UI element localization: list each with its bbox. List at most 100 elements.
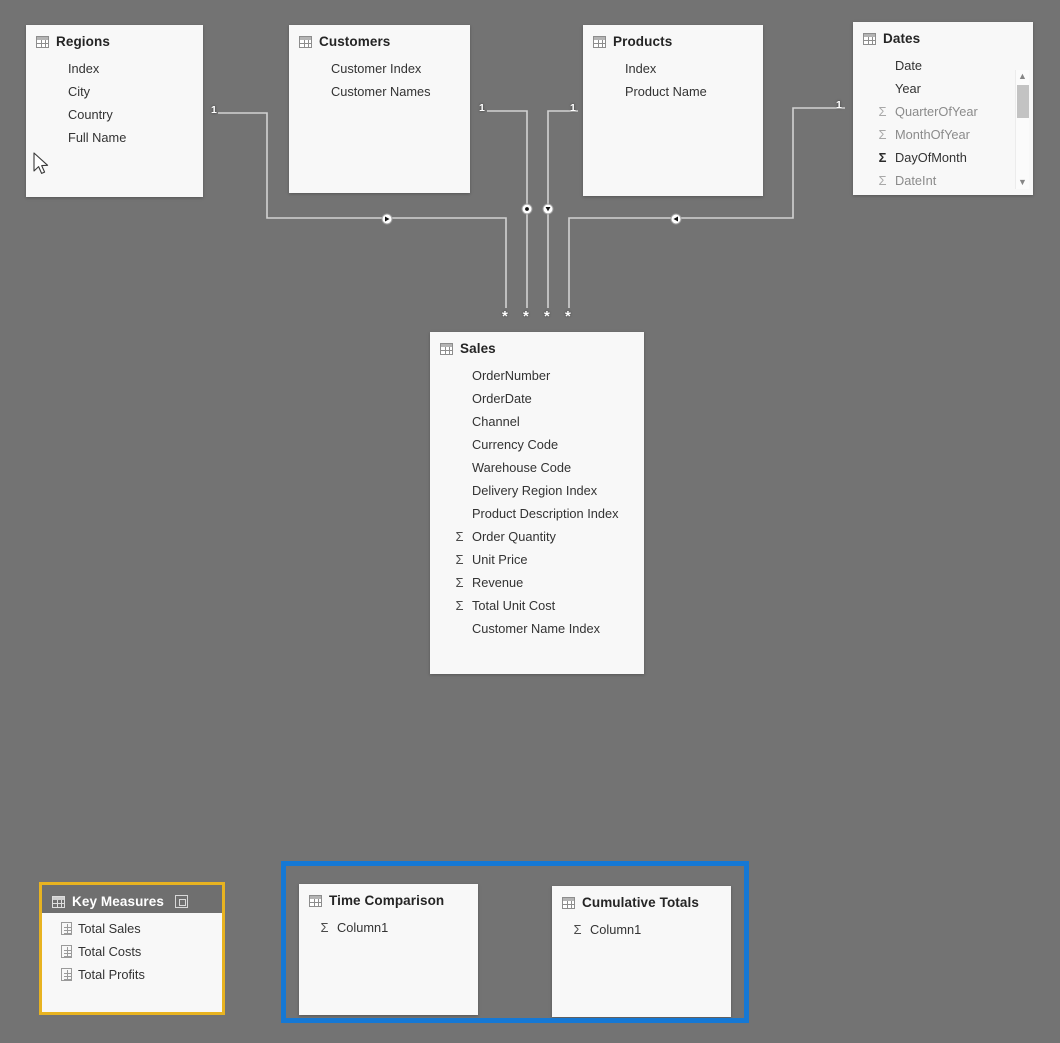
scroll-down-arrow-icon[interactable]: ▼: [1016, 176, 1029, 189]
field-row[interactable]: Customer Index: [331, 57, 470, 80]
table-card-time-comparison[interactable]: Time Comparison Σ Column1: [299, 884, 478, 1015]
field-row[interactable]: Σ DateInt: [878, 169, 1033, 192]
field-row[interactable]: Year: [895, 77, 1033, 100]
field-row[interactable]: Index: [68, 57, 203, 80]
table-header-regions[interactable]: Regions: [26, 25, 203, 53]
field-row[interactable]: OrderDate: [472, 387, 644, 410]
cardinality-label-1-customers: 1: [479, 102, 485, 114]
table-icon: [593, 35, 606, 48]
sigma-icon: Σ: [455, 575, 464, 590]
field-row[interactable]: Delivery Region Index: [472, 479, 644, 502]
field-label: MonthOfYear: [895, 127, 970, 142]
field-label: City: [68, 84, 91, 99]
field-label: Total Unit Cost: [472, 598, 556, 613]
model-view-canvas[interactable]: 1 1 1 1 * * * * Regions Index City Count…: [0, 0, 1060, 1043]
field-list-products: Index Product Name: [583, 53, 763, 103]
field-label: Total Sales: [78, 921, 141, 936]
table-title: Time Comparison: [329, 893, 445, 908]
field-row[interactable]: Σ Revenue: [455, 571, 644, 594]
field-list-key-measures: Total Sales Total Costs Total Profits: [42, 913, 222, 986]
table-card-key-measures[interactable]: Key Measures Total Sales Total Costs Tot…: [42, 885, 222, 1012]
table-card-products[interactable]: Products Index Product Name: [583, 25, 763, 196]
field-row[interactable]: Σ MonthOfYear: [878, 123, 1033, 146]
field-label: Total Costs: [78, 944, 142, 959]
field-row[interactable]: Total Sales: [61, 917, 222, 940]
field-row[interactable]: Σ DayOfMonth: [879, 146, 1033, 169]
field-row[interactable]: City: [68, 80, 203, 103]
field-label: Customer Index: [331, 61, 422, 76]
field-row[interactable]: Σ Column1: [320, 916, 478, 939]
field-row[interactable]: Channel: [472, 410, 644, 433]
field-row[interactable]: Total Costs: [61, 940, 222, 963]
field-list-customers: Customer Index Customer Names: [289, 53, 470, 103]
field-row[interactable]: Country: [68, 103, 203, 126]
sigma-icon: Σ: [878, 127, 887, 142]
field-label: Product Description Index: [472, 506, 619, 521]
sigma-icon: Σ: [878, 104, 887, 119]
table-icon: [863, 32, 876, 45]
table-header-products[interactable]: Products: [583, 25, 763, 53]
scroll-up-arrow-icon[interactable]: ▲: [1016, 70, 1029, 83]
table-title: Customers: [319, 34, 391, 49]
field-row[interactable]: Σ Unit Price: [455, 548, 644, 571]
table-header-cumulative-totals[interactable]: Cumulative Totals: [552, 886, 731, 914]
field-label: Column1: [590, 922, 642, 937]
field-row[interactable]: Σ Total Unit Cost: [455, 594, 644, 617]
cardinality-label-1-products: 1: [570, 102, 576, 114]
scrollbar-thumb[interactable]: [1017, 85, 1029, 118]
expand-collapse-button-icon[interactable]: [175, 895, 189, 908]
table-header-sales[interactable]: Sales: [430, 332, 644, 360]
table-icon: [309, 894, 322, 907]
table-header-dates[interactable]: Dates: [853, 22, 1033, 50]
field-list-sales: OrderNumber OrderDate Channel Currency C…: [430, 360, 644, 640]
field-label: Index: [625, 61, 657, 76]
table-card-regions[interactable]: Regions Index City Country Full Name: [26, 25, 203, 197]
field-row[interactable]: Product Description Index: [472, 502, 644, 525]
field-row[interactable]: Customer Name Index: [472, 617, 644, 640]
field-row[interactable]: Σ Order Quantity: [455, 525, 644, 548]
field-row[interactable]: Full Name: [68, 126, 203, 149]
field-label: Currency Code: [472, 437, 559, 452]
sigma-icon: Σ: [455, 598, 464, 613]
field-label: DayOfMonth: [895, 150, 967, 165]
field-label: Warehouse Code: [472, 460, 572, 475]
field-row[interactable]: Warehouse Code: [472, 456, 644, 479]
cross-filter-markers: [381, 203, 682, 225]
measure-icon: [61, 922, 72, 935]
field-label: Full Name: [68, 130, 127, 145]
field-list-cumulative-totals: Σ Column1: [552, 914, 731, 941]
table-icon: [440, 342, 453, 355]
field-label: Date: [895, 58, 923, 73]
field-label: Index: [68, 61, 100, 76]
field-label: QuarterOfYear: [895, 104, 978, 119]
dates-vertical-scrollbar[interactable]: ▲ ▼: [1015, 70, 1029, 189]
field-label: Country: [68, 107, 113, 122]
field-row[interactable]: Total Profits: [61, 963, 222, 986]
cardinality-label-many-3: *: [544, 308, 550, 325]
cardinality-label-1-dates: 1: [836, 99, 842, 111]
table-header-time-comparison[interactable]: Time Comparison: [299, 884, 478, 912]
table-card-dates[interactable]: Dates Date Year Σ QuarterOfYear Σ MonthOfY…: [853, 22, 1033, 195]
table-card-customers[interactable]: Customers Customer Index Customer Names: [289, 25, 470, 193]
sigma-icon: Σ: [320, 920, 329, 935]
sigma-icon: Σ: [455, 529, 464, 544]
field-row[interactable]: Index: [625, 57, 763, 80]
field-row[interactable]: Date: [895, 54, 1033, 77]
table-card-sales[interactable]: Sales OrderNumber OrderDate Channel Curr…: [430, 332, 644, 674]
field-label: Column1: [337, 920, 389, 935]
field-row[interactable]: Product Name: [625, 80, 763, 103]
field-row[interactable]: Σ QuarterOfYear: [878, 100, 1033, 123]
table-header-key-measures[interactable]: Key Measures: [42, 885, 222, 913]
field-row[interactable]: OrderNumber: [472, 364, 644, 387]
table-header-customers[interactable]: Customers: [289, 25, 470, 53]
table-title: Regions: [56, 34, 110, 49]
cardinality-label-1-regions: 1: [211, 104, 217, 116]
table-title: Cumulative Totals: [582, 895, 699, 910]
measure-icon: [61, 945, 72, 958]
table-card-cumulative-totals[interactable]: Cumulative Totals Σ Column1: [552, 886, 731, 1017]
table-title: Products: [613, 34, 673, 49]
table-icon: [562, 896, 575, 909]
field-row[interactable]: Currency Code: [472, 433, 644, 456]
field-row[interactable]: Σ Column1: [573, 918, 731, 941]
field-row[interactable]: Customer Names: [331, 80, 470, 103]
